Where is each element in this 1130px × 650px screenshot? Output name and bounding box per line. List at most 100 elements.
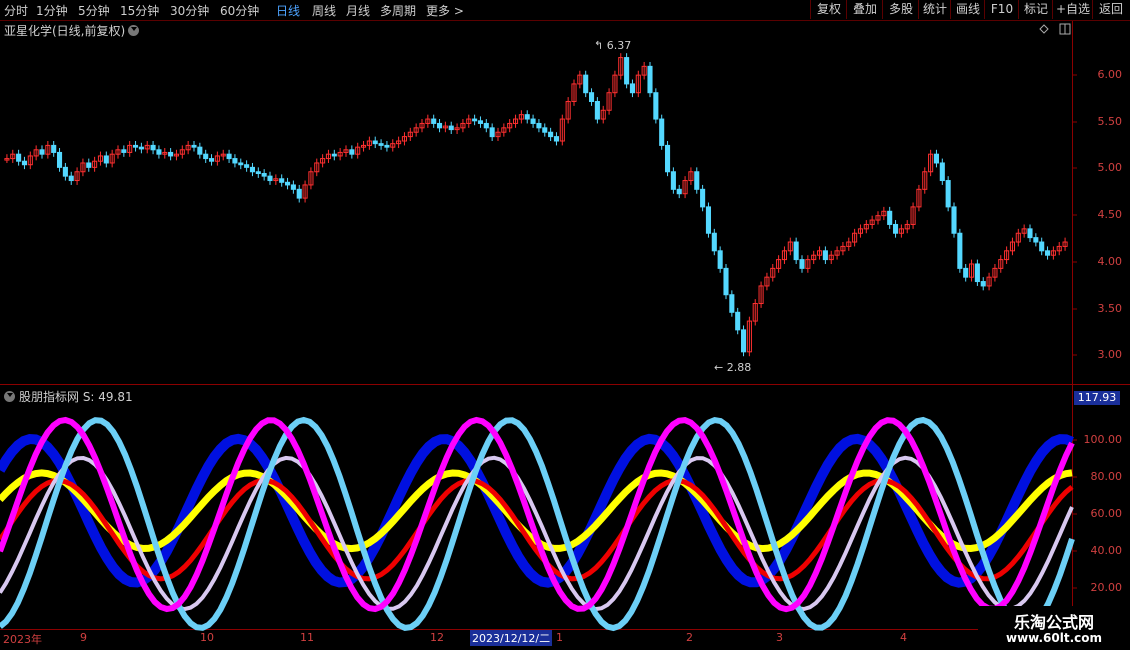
candle-body: [588, 92, 595, 102]
candle-body: [62, 166, 68, 177]
candle-body: [156, 149, 162, 155]
watermark: 乐淘公式网 www.60lt.com: [978, 606, 1130, 650]
candle-body: [963, 267, 969, 278]
indicator-title[interactable]: 股朋指标网 S: 49.81: [4, 388, 133, 405]
candle-body: [717, 250, 723, 269]
candle-body: [255, 171, 261, 175]
candle-body: [524, 114, 530, 120]
ind-tick-100: 100.00: [1083, 433, 1123, 446]
candle-body: [39, 149, 45, 155]
candle-body: [16, 153, 22, 162]
candle-body: [261, 173, 267, 177]
candle-body: [951, 206, 957, 234]
candle-body: [168, 151, 174, 157]
candle-body: [296, 188, 302, 199]
date-label-12: 12: [430, 631, 444, 644]
price-tick-6.00: 6.00: [1097, 68, 1123, 81]
candle-body: [138, 146, 144, 150]
candle-body: [197, 146, 203, 155]
candle-body: [536, 122, 542, 129]
candle-body: [448, 125, 454, 131]
candle-body: [676, 188, 682, 195]
date-label-10: 10: [200, 631, 214, 644]
candle-body: [267, 175, 273, 182]
price-chart[interactable]: [0, 0, 1130, 650]
candle-body: [711, 232, 717, 252]
candle-body: [548, 131, 554, 138]
price-tick-4.50: 4.50: [1097, 208, 1123, 221]
candle-body: [208, 158, 215, 162]
chevron-down-icon[interactable]: [128, 25, 140, 36]
candle-body: [21, 160, 28, 166]
price-tick-3.50: 3.50: [1097, 302, 1123, 315]
candle-body: [647, 65, 653, 94]
candle-body: [86, 162, 92, 168]
candle-body: [431, 118, 437, 124]
candle-body: [705, 206, 712, 234]
candle-body: [887, 210, 893, 225]
candle-body: [483, 122, 489, 129]
candle-body: [1039, 241, 1045, 252]
price-tick-5.50: 5.50: [1097, 115, 1123, 128]
candle-body: [670, 171, 676, 190]
candle-body: [957, 232, 963, 269]
candle-body: [372, 140, 378, 145]
date-label-2023: 2023年: [3, 633, 42, 646]
candle-body: [939, 162, 945, 182]
candle-body: [51, 144, 57, 153]
candle-body: [244, 164, 250, 168]
candle-body: [694, 171, 700, 190]
watermark-title: 乐淘公式网: [1013, 613, 1094, 632]
selected-date: 2023/12/12/二: [470, 630, 553, 646]
candle-body: [232, 158, 238, 164]
ind-tick-60: 60.00: [1090, 507, 1123, 520]
candle-body: [729, 294, 735, 313]
candle-body: [1033, 237, 1039, 243]
watermark-url: www.60lt.com: [1005, 631, 1103, 645]
candle-body: [378, 143, 384, 146]
candle-body: [384, 144, 390, 148]
candle-body: [822, 250, 828, 261]
ind-tick-20: 20.00: [1090, 581, 1123, 594]
candle-body: [1044, 250, 1051, 256]
chevron-down-icon[interactable]: [4, 391, 15, 402]
candle-body: [629, 83, 636, 94]
candle-body: [653, 92, 659, 120]
candle-body: [103, 155, 109, 164]
candle-body: [980, 281, 986, 287]
candle-body: [203, 153, 209, 160]
indicator-group: [0, 416, 1075, 632]
candle-body: [933, 153, 940, 164]
candle-body: [238, 162, 244, 166]
price-tick-5.00: 5.00: [1097, 161, 1123, 174]
candle-body: [530, 118, 536, 124]
candle-body: [700, 188, 706, 208]
price-tick-3.00: 3.00: [1097, 348, 1123, 361]
candle-body: [349, 149, 355, 155]
candle-body: [793, 241, 799, 261]
candle-body: [735, 311, 741, 331]
date-label-4: 4: [900, 631, 907, 644]
stock-title[interactable]: 亚星化学(日线,前复权): [4, 22, 140, 39]
date-label-2: 2: [686, 631, 693, 644]
candle-body: [68, 175, 74, 182]
price-tick-4.00: 4.00: [1097, 255, 1123, 268]
candle-body: [664, 144, 671, 173]
candle-body: [740, 329, 747, 353]
candle-body: [279, 178, 285, 183]
ind-tick-40: 40.00: [1090, 544, 1123, 557]
candle-body: [472, 118, 478, 122]
date-label-3: 3: [776, 631, 783, 644]
high-price-label: ↰ 6.37: [594, 39, 632, 52]
candle-body: [659, 118, 665, 146]
candle-body: [974, 263, 980, 283]
candle-body: [723, 267, 729, 296]
ind-tick-80: 80.00: [1090, 470, 1123, 483]
date-label-11: 11: [300, 631, 314, 644]
candle-body: [249, 166, 256, 173]
header-icons: [1039, 23, 1071, 35]
candle-body: [594, 100, 600, 120]
candle-body: [191, 144, 197, 148]
candle-body: [542, 127, 548, 133]
candle-body: [477, 120, 484, 124]
